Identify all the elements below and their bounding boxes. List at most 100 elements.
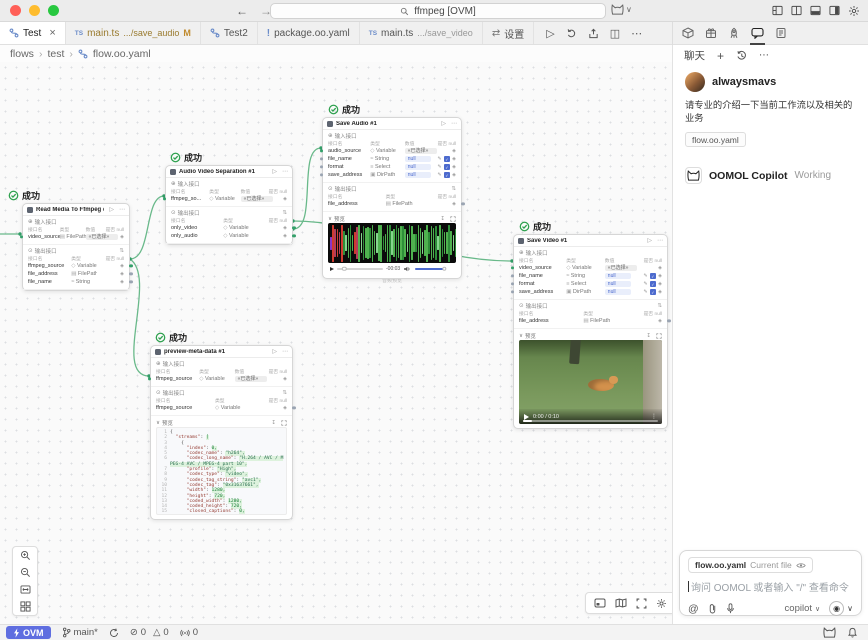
port-row-ffmpeg_so[interactable]: ffmpeg_so...◇ Variable«已选择»◈ xyxy=(171,195,287,203)
close-window-button[interactable] xyxy=(10,5,21,16)
current-file-chip[interactable]: flow.oo.yaml Current file xyxy=(688,557,813,573)
nullable-checkbox[interactable] xyxy=(444,172,450,178)
connect-icon[interactable]: ◈ xyxy=(120,263,124,269)
flow-node-save-audio[interactable]: Save Audio #1▷⋯⊕输入接口接口名类型数值是否 nullaudio_… xyxy=(322,117,462,279)
ports-indicator[interactable]: 0 xyxy=(180,627,198,638)
remote-indicator[interactable]: OVM xyxy=(6,626,51,639)
connect-icon[interactable]: ◈ xyxy=(452,148,456,154)
null-value-chip[interactable]: null xyxy=(405,172,431,179)
chevron-down-icon[interactable]: ∨ xyxy=(328,216,332,222)
selected-value-chip[interactable]: «已选择» xyxy=(605,265,637,272)
port-handle[interactable] xyxy=(511,282,514,285)
more-icon[interactable]: ⋯ xyxy=(759,50,769,61)
tab-main-ts-save-video[interactable]: TSmain.ts.../save_video xyxy=(360,22,483,44)
port-handle[interactable] xyxy=(320,157,323,160)
run-node-icon[interactable]: ▷ xyxy=(272,168,277,175)
download-icon[interactable]: ↧ xyxy=(440,216,445,222)
connect-icon[interactable]: ◈ xyxy=(283,233,287,239)
null-value-chip[interactable]: null xyxy=(405,164,431,171)
connect-icon[interactable]: ◈ xyxy=(283,376,287,382)
connect-icon[interactable]: ◈ xyxy=(120,234,124,240)
customize-layout-icon[interactable] xyxy=(772,5,783,16)
connect-icon[interactable]: ◈ xyxy=(658,273,662,279)
fit-view-icon[interactable] xyxy=(20,581,31,598)
selected-value-chip[interactable]: «已选择» xyxy=(235,376,267,383)
attachment-chip[interactable]: flow.oo.yaml xyxy=(685,132,746,147)
cat-icon[interactable] xyxy=(823,627,836,638)
port-handle[interactable] xyxy=(320,149,323,152)
connect-icon[interactable]: ◈ xyxy=(452,156,456,162)
connect-icon[interactable]: ◈ xyxy=(120,279,124,285)
tab-test2[interactable]: Test2 xyxy=(201,22,258,44)
tab-settings[interactable]: ⇄设置 xyxy=(483,22,534,44)
run-node-icon[interactable]: ▷ xyxy=(272,348,277,355)
chevron-down-icon[interactable]: ∨ xyxy=(847,604,853,613)
null-value-chip[interactable]: null xyxy=(605,289,631,296)
port-row-only_video[interactable]: only_video◇ Variable◈ xyxy=(171,224,287,232)
canvas-settings-gear-icon[interactable] xyxy=(656,598,667,609)
expand-icon[interactable] xyxy=(656,333,662,339)
edit-icon[interactable]: ✎ xyxy=(437,164,441,170)
breadcrumb-flows[interactable]: flows xyxy=(10,48,34,60)
more-icon[interactable]: ⋯ xyxy=(631,27,642,40)
port-row-file_address[interactable]: file_address▤ FilePath◈ xyxy=(28,270,124,278)
git-branch[interactable]: main* xyxy=(62,627,98,638)
breadcrumb-test[interactable]: test xyxy=(47,48,64,60)
edit-icon[interactable]: ✎ xyxy=(643,281,647,287)
port-handle[interactable] xyxy=(129,280,132,283)
port-handle[interactable] xyxy=(129,264,132,267)
port-handle[interactable] xyxy=(148,377,151,380)
seek-knob[interactable] xyxy=(342,267,346,271)
sync-button[interactable] xyxy=(109,628,119,638)
expand-icon[interactable] xyxy=(281,420,287,426)
edit-icon[interactable]: ✎ xyxy=(643,289,647,295)
zoom-out-icon[interactable] xyxy=(20,564,31,581)
port-handle[interactable] xyxy=(292,226,295,229)
problems-indicator[interactable]: ⊘ 0 △ 0 xyxy=(130,627,169,638)
connect-icon[interactable]: ◈ xyxy=(452,172,456,178)
port-row-file_address[interactable]: file_address▤ FilePath◈ xyxy=(328,200,456,208)
fullscreen-icon[interactable] xyxy=(636,598,647,609)
edit-icon[interactable]: ✎ xyxy=(437,156,441,162)
port-handle[interactable] xyxy=(320,165,323,168)
connect-icon[interactable]: ◈ xyxy=(658,318,662,324)
more-icon[interactable]: ⋮ xyxy=(651,413,657,420)
send-button[interactable]: ◉ xyxy=(829,601,844,616)
port-row-ffmpeg_source[interactable]: ffmpeg_source◇ Variable◈ xyxy=(156,404,287,412)
port-handle[interactable] xyxy=(511,290,514,293)
connect-icon[interactable]: ◈ xyxy=(452,164,456,170)
panel-tab-extensions[interactable] xyxy=(704,22,718,45)
connect-icon[interactable]: ◈ xyxy=(658,265,662,271)
model-selector[interactable]: copilot ∨ xyxy=(785,603,821,614)
connect-icon[interactable]: ◈ xyxy=(120,271,124,277)
map-icon[interactable] xyxy=(615,598,627,608)
node-menu-icon[interactable]: ⋯ xyxy=(657,237,663,244)
nullable-checkbox[interactable] xyxy=(650,289,656,295)
nullable-checkbox[interactable] xyxy=(650,281,656,287)
port-handle[interactable] xyxy=(129,272,132,275)
connect-icon[interactable]: ◈ xyxy=(658,281,662,287)
port-row-save_address[interactable]: save_address▣ DirPathnull✎◈ xyxy=(328,171,456,179)
nullable-checkbox[interactable] xyxy=(650,273,656,279)
run-node-icon[interactable]: ▷ xyxy=(441,120,446,127)
flow-node-preview-meta-data[interactable]: preview-meta-data #1▷⋯⊕输入接口接口名类型数值是否 nul… xyxy=(150,345,293,520)
tab-package-oo-yaml[interactable]: !package.oo.yaml xyxy=(258,22,360,44)
panel-tab-packages[interactable] xyxy=(681,22,695,45)
close-icon[interactable]: × xyxy=(49,27,55,39)
attach-icon[interactable] xyxy=(708,603,717,614)
collapse-icon[interactable]: ⇅ xyxy=(657,303,662,309)
seek-slider[interactable] xyxy=(337,268,383,270)
port-handle[interactable] xyxy=(320,173,323,176)
tab-main-ts-save-audio[interactable]: TSmain.ts.../save_audioM xyxy=(66,22,201,44)
split-editor-icon[interactable] xyxy=(791,5,802,16)
zoom-in-icon[interactable] xyxy=(20,547,31,564)
expand-icon[interactable] xyxy=(450,216,456,222)
port-row-ffmpeg_source[interactable]: ffmpeg_source◇ Variable◈ xyxy=(28,262,124,270)
port-handle[interactable] xyxy=(163,197,166,200)
nullable-checkbox[interactable] xyxy=(444,156,450,162)
port-handle[interactable] xyxy=(511,274,514,277)
selected-value-chip[interactable]: «已选择» xyxy=(405,148,437,155)
connect-icon[interactable]: ◈ xyxy=(658,289,662,295)
chat-input[interactable]: 询问 OOMOL 或者输入 "/" 查看命令 xyxy=(688,579,853,594)
null-value-chip[interactable]: null xyxy=(605,273,631,280)
